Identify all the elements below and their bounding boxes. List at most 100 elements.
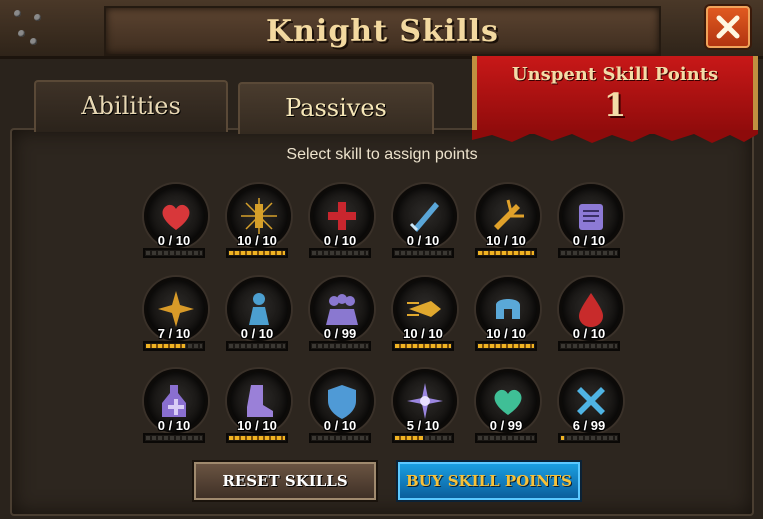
skill-progress-bar [226,433,288,443]
unspent-points-banner: Unspent Skill Points 1 [472,56,758,134]
skills-window: Knight Skills Select skill to assign poi… [0,0,763,519]
progress-track [312,344,368,348]
close-button[interactable] [706,6,750,48]
skill-slot[interactable]: 10 / 10 [474,277,540,357]
skill-slot[interactable]: 10 / 10 [474,184,540,264]
purple-star-icon [407,383,443,419]
window-header: Knight Skills [0,0,763,59]
skill-progress-bar [475,341,537,351]
skill-progress-bar [392,433,454,443]
skill-points-count: 10 / 10 [486,233,526,248]
skill-progress-bar [475,248,537,258]
progress-fill [146,344,185,348]
golden-strike-icon [494,199,524,230]
banner-torn-edge [472,130,758,143]
progress-fill [561,436,564,440]
title-plank: Knight Skills [104,6,661,56]
skill-points-count: 0 / 10 [240,326,274,341]
purple-boot-icon [247,385,273,417]
blue-sword-icon [409,202,439,232]
skill-slot[interactable]: 0 / 10 [557,277,623,357]
skills-panel: Select skill to assign points [10,128,754,516]
skill-points-count: 0 / 99 [489,418,523,433]
skill-slot[interactable]: 0 / 10 [308,369,374,449]
unspent-points-value: 1 [603,86,627,124]
skill-points-count: 0 / 10 [157,418,191,433]
progress-track [146,436,202,440]
progress-fill [229,436,285,440]
skill-progress-bar [309,433,371,443]
skill-slot[interactable]: 10 / 10 [225,184,291,264]
red-cross-icon [328,202,356,230]
skill-progress-bar [143,341,205,351]
tab-label: Passives [285,94,387,122]
skill-points-count: 0 / 99 [323,326,357,341]
crossed-swords-icon [577,387,605,415]
skill-slot[interactable]: 0 / 99 [308,277,374,357]
skill-progress-bar [558,341,620,351]
skill-progress-bar [558,248,620,258]
skill-progress-bar [558,433,620,443]
rivet-icon [30,38,37,45]
skill-slot[interactable]: 6 / 99 [557,369,623,449]
green-heart-icon [494,389,522,415]
skill-points-count: 0 / 10 [323,418,357,433]
golden-spark-icon [158,291,194,327]
progress-track [561,436,617,440]
progress-track [312,436,368,440]
rivet-icon [18,30,25,37]
skill-slot[interactable]: 10 / 10 [391,277,457,357]
skill-progress-bar [392,248,454,258]
skill-points-count: 7 / 10 [157,326,191,341]
purple-potion-icon [162,385,186,417]
skill-points-count: 0 / 10 [572,233,606,248]
skill-progress-bar [392,341,454,351]
reset-skills-button[interactable]: RESET SKILLS [194,462,376,500]
skill-slot[interactable]: 0 / 99 [474,369,540,449]
tab-passives[interactable]: Passives [238,82,434,134]
progress-track [395,251,451,255]
progress-track [561,251,617,255]
skill-points-count: 10 / 10 [237,233,277,248]
skill-slot[interactable]: 0 / 10 [225,277,291,357]
skill-points-count: 0 / 10 [572,326,606,341]
progress-fill [395,344,451,348]
skill-progress-bar [309,341,371,351]
progress-track [229,344,285,348]
buy-skill-points-button[interactable]: BUY SKILL POINTS [398,462,580,500]
skill-points-count: 5 / 10 [406,418,440,433]
progress-fill [395,436,423,440]
blood-drop-icon [579,293,603,327]
skill-slot[interactable]: 5 / 10 [391,369,457,449]
skill-slot[interactable]: 10 / 10 [225,369,291,449]
skill-points-count: 0 / 10 [157,233,191,248]
skill-progress-bar [226,341,288,351]
skill-progress-bar [309,248,371,258]
unspent-points-label: Unspent Skill Points [511,64,719,85]
blue-helmet-icon [496,299,520,319]
blue-shield-icon [328,385,356,419]
skill-points-count: 10 / 10 [403,326,443,341]
skill-slot[interactable]: 7 / 10 [142,277,208,357]
progress-fill [478,251,534,255]
scroll-icon [579,204,603,230]
golden-dash-icon [407,301,441,317]
skill-slot[interactable]: 0 / 10 [557,184,623,264]
window-title: Knight Skills [266,14,499,49]
skill-progress-bar [143,433,205,443]
skill-points-count: 10 / 10 [237,418,277,433]
instruction-text: Select skill to assign points [286,146,478,163]
skill-slot[interactable]: 0 / 10 [142,184,208,264]
skill-slot[interactable]: 0 / 10 [308,184,374,264]
progress-fill [478,344,534,348]
purple-party-icon [326,294,358,325]
skill-slot[interactable]: 0 / 10 [391,184,457,264]
progress-track [478,436,534,440]
skill-points-count: 0 / 10 [323,233,357,248]
tab-abilities[interactable]: Abilities [34,80,228,132]
tab-label: Abilities [81,92,181,120]
skill-slot[interactable]: 0 / 10 [142,369,208,449]
skill-points-count: 10 / 10 [486,326,526,341]
skill-progress-bar [143,248,205,258]
skill-progress-bar [475,433,537,443]
